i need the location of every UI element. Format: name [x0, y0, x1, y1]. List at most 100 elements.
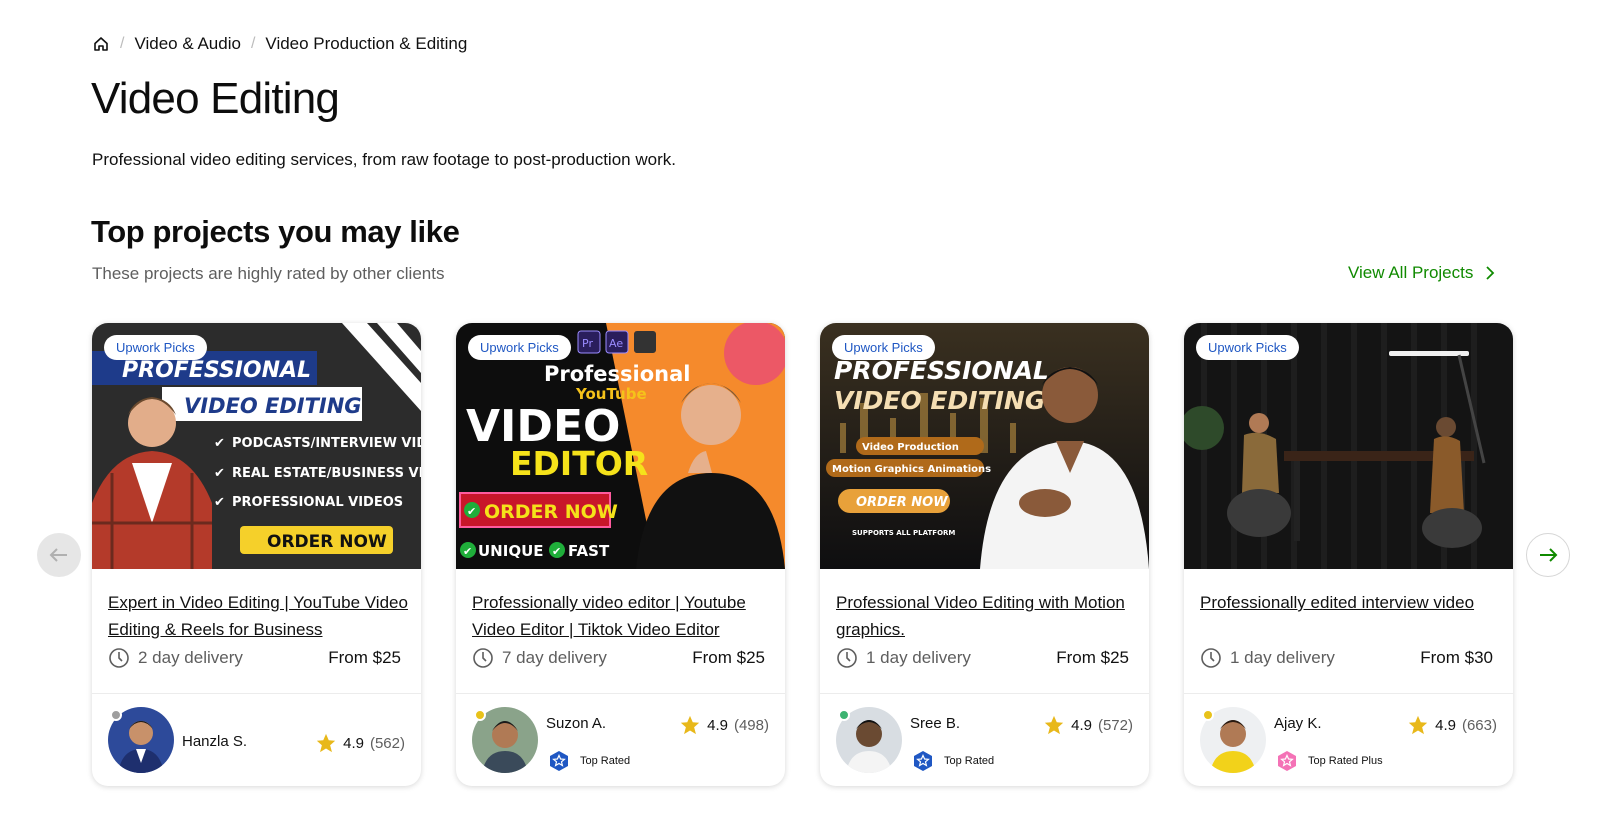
project-card[interactable]: Upwork Picks PROFESSIONAL VIDEO EDITING …: [92, 323, 421, 786]
arrow-right-icon: [1540, 548, 1558, 562]
svg-text:ORDER NOW: ORDER NOW: [267, 532, 387, 552]
star-icon: [680, 715, 700, 735]
review-count: (562): [369, 734, 405, 752]
seller-info: Sree B. Top Rated 4.9 (572): [836, 705, 1133, 775]
project-meta: 2 day delivery From $25: [108, 647, 401, 669]
upwork-picks-badge: Upwork Picks: [1196, 335, 1299, 360]
rating-value: 4.9: [707, 716, 728, 734]
page-title: Video Editing: [91, 74, 340, 123]
project-carousel: Upwork Picks PROFESSIONAL VIDEO EDITING …: [92, 323, 1513, 786]
seller-level: Top Rated: [548, 750, 630, 772]
seller-rating: 4.9 (498): [679, 714, 769, 736]
svg-text:Pr: Pr: [582, 337, 593, 350]
svg-text:FAST: FAST: [568, 542, 610, 560]
seller-info: Suzon A. Top Rated 4.9 (498): [472, 705, 769, 775]
delivery-info: 1 day delivery: [836, 647, 971, 669]
price: From $25: [692, 648, 765, 667]
seller-name[interactable]: Hanzla S.: [182, 733, 247, 750]
star-icon: [1408, 715, 1428, 735]
avatar[interactable]: [472, 707, 538, 773]
card-divider: [92, 693, 421, 694]
carousel-prev-button[interactable]: [37, 533, 81, 577]
svg-text:✔: ✔: [463, 546, 472, 558]
delivery-info: 2 day delivery: [108, 647, 243, 669]
price: From $25: [328, 648, 401, 667]
project-meta: 1 day delivery From $25: [836, 647, 1129, 669]
svg-text:ORDER NOW: ORDER NOW: [856, 495, 948, 510]
project-title[interactable]: Expert in Video Editing | YouTube Video …: [108, 589, 408, 643]
upwork-picks-badge: Upwork Picks: [832, 335, 935, 360]
online-status-dot: [474, 709, 486, 721]
svg-text:PODCASTS/INTERVIEW VIDEO: PODCASTS/INTERVIEW VIDEO: [232, 436, 421, 451]
project-card[interactable]: Upwork Picks Pr Ae Professional YouTube …: [456, 323, 785, 786]
top-rated-icon: [914, 751, 932, 771]
section-title: Top projects you may like: [91, 214, 460, 249]
svg-text:✔: ✔: [214, 495, 225, 510]
seller-name[interactable]: Sree B.: [910, 715, 960, 732]
breadcrumb: / Video & Audio / Video Production & Edi…: [92, 33, 467, 55]
star-icon: [316, 733, 336, 753]
seller-name[interactable]: Ajay K.: [1274, 715, 1322, 732]
online-status-dot: [110, 709, 122, 721]
carousel-next-button[interactable]: [1526, 533, 1570, 577]
avatar[interactable]: [1200, 707, 1266, 773]
seller-level-label: Top Rated: [580, 755, 631, 767]
seller-rating: 4.9 (562): [315, 732, 405, 754]
card-divider: [1184, 693, 1513, 694]
section-subtitle: These projects are highly rated by other…: [92, 264, 445, 283]
online-status-dot: [838, 709, 850, 721]
project-card[interactable]: Upwork Picks Professionally edited inter: [1184, 323, 1513, 786]
project-title[interactable]: Professional Video Editing with Motion g…: [836, 589, 1136, 643]
upwork-picks-badge: Upwork Picks: [468, 335, 571, 360]
svg-text:SUPPORTS ALL PLATFORM: SUPPORTS ALL PLATFORM: [852, 529, 955, 537]
upwork-picks-badge: Upwork Picks: [104, 335, 207, 360]
view-all-label: View All Projects: [1348, 263, 1474, 282]
avatar[interactable]: [108, 707, 174, 773]
card-divider: [456, 693, 785, 694]
rating-value: 4.9: [343, 734, 364, 752]
avatar[interactable]: [836, 707, 902, 773]
project-thumbnail[interactable]: Upwork Picks PROFESSIONAL VIDEO EDITING …: [92, 323, 421, 569]
rating-value: 4.9: [1071, 716, 1092, 734]
home-icon[interactable]: [92, 35, 110, 53]
seller-info: Ajay K. Top Rated Plus 4.9 (663): [1200, 705, 1497, 775]
review-count: (498): [733, 716, 769, 734]
svg-text:Video Production: Video Production: [862, 442, 959, 453]
svg-text:PROFESSIONAL VIDEOS: PROFESSIONAL VIDEOS: [232, 495, 403, 510]
card-divider: [820, 693, 1149, 694]
svg-text:EDITOR: EDITOR: [510, 444, 648, 483]
clock-icon: [473, 648, 493, 668]
delivery-time: 7 day delivery: [502, 648, 607, 667]
svg-text:Ae: Ae: [609, 337, 623, 350]
svg-text:✔: ✔: [552, 546, 561, 558]
svg-text:ORDER NOW: ORDER NOW: [484, 501, 618, 523]
svg-text:✔: ✔: [467, 506, 476, 518]
seller-level-label: Top Rated: [944, 755, 995, 767]
breadcrumb-video-audio[interactable]: Video & Audio: [134, 34, 241, 54]
svg-text:REAL ESTATE/BUSINESS VIDEO: REAL ESTATE/BUSINESS VIDEO: [232, 466, 421, 481]
clock-icon: [1201, 648, 1221, 668]
project-title[interactable]: Professionally edited interview video: [1200, 589, 1500, 616]
star-icon: [1044, 715, 1064, 735]
svg-text:Motion Graphics Animations: Motion Graphics Animations: [832, 464, 991, 475]
delivery-info: 1 day delivery: [1200, 647, 1335, 669]
seller-name[interactable]: Suzon A.: [546, 715, 606, 732]
project-thumbnail[interactable]: Upwork Picks: [1184, 323, 1513, 569]
breadcrumb-separator: /: [120, 35, 125, 52]
svg-text:UNIQUE: UNIQUE: [478, 542, 544, 560]
online-status-dot: [1202, 709, 1214, 721]
price: From $25: [1056, 648, 1129, 667]
delivery-time: 1 day delivery: [866, 648, 971, 667]
svg-text:✔: ✔: [214, 436, 225, 451]
project-card[interactable]: Upwork Picks PROFESSIONAL VIDEO EDITING …: [820, 323, 1149, 786]
breadcrumb-video-production[interactable]: Video Production & Editing: [265, 34, 467, 54]
project-thumbnail[interactable]: Upwork Picks Pr Ae Professional YouTube …: [456, 323, 785, 569]
seller-level: Top Rated Plus: [1276, 750, 1383, 772]
project-title[interactable]: Professionally video editor | Youtube Vi…: [472, 589, 772, 643]
rating-value: 4.9: [1435, 716, 1456, 734]
project-thumbnail[interactable]: Upwork Picks PROFESSIONAL VIDEO EDITING …: [820, 323, 1149, 569]
chevron-right-icon: [1486, 266, 1495, 280]
delivery-time: 1 day delivery: [1230, 648, 1335, 667]
svg-text:Professional: Professional: [544, 362, 691, 386]
view-all-projects-link[interactable]: View All Projects: [1348, 263, 1497, 283]
